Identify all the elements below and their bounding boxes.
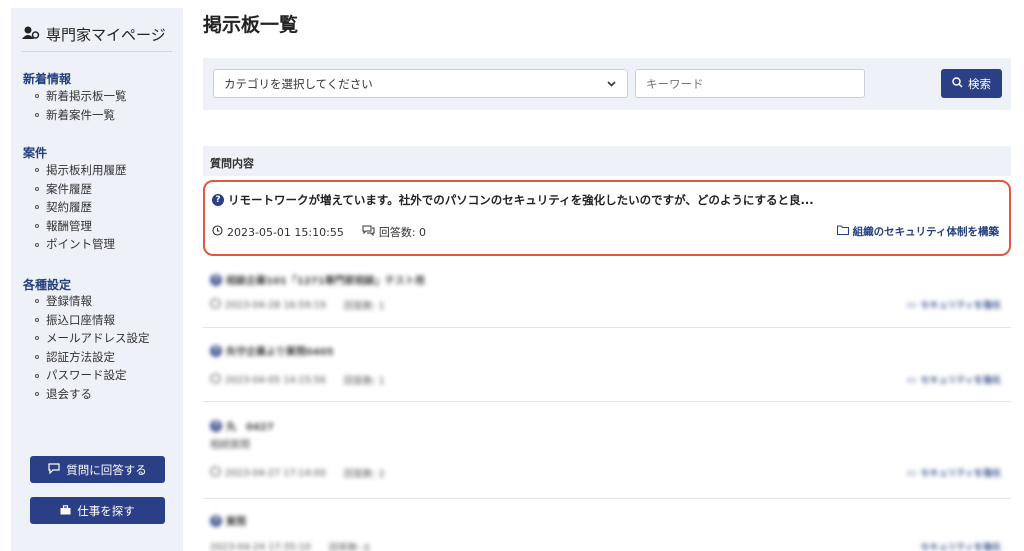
divider	[203, 401, 1011, 402]
sidebar-title: 専門家マイページ	[46, 26, 166, 44]
sidebar: 専門家マイページ 新着情報 新着掲示板一覧 新着案件一覧 案件 掲示板利用履歴 …	[11, 8, 183, 551]
question-icon: ?	[210, 344, 222, 357]
sidebar-section-settings: 各種設定	[23, 278, 72, 292]
question-title[interactable]: 質問	[226, 513, 246, 528]
sidebar-list-projects: 掲示板利用履歴 案件履歴 契約履歴 報酬管理 ポイント管理	[35, 161, 127, 254]
question-datetime: 2023-05-01 15:10:55	[227, 225, 344, 239]
sidebar-item-auth-settings[interactable]: 認証方法設定	[35, 348, 150, 367]
sidebar-item-contract-history[interactable]: 契約履歴	[35, 198, 127, 217]
search-icon	[952, 76, 963, 91]
question-title[interactable]: 丸 0427	[226, 418, 274, 433]
list-header: 質問内容	[203, 146, 1011, 176]
question-datetime: 2023-04-05 14:15:56	[225, 374, 326, 386]
sidebar-list-settings: 登録情報 振込口座情報 メールアドレス設定 認証方法設定 パスワード設定 退会す…	[35, 292, 150, 404]
question-icon: ?	[210, 419, 222, 432]
question-title[interactable]: リモートワークが増えています。社外でのパソコンのセキュリティを強化したいのですが…	[228, 192, 814, 208]
question-category-link[interactable]: 組織のセキュリティ体制を構築	[836, 224, 999, 239]
category-select[interactable]: カテゴリを選択してください	[213, 69, 628, 98]
answer-question-button[interactable]: 質問に回答する	[30, 456, 165, 483]
user-icon	[22, 25, 40, 44]
question-subtitle: 相続質問	[210, 440, 250, 451]
question-datetime: 2023-04-28 16:59:19	[225, 299, 326, 311]
chat-icon	[48, 462, 60, 477]
sidebar-item-reward-management[interactable]: 報酬管理	[35, 217, 127, 236]
sidebar-header: 専門家マイページ	[22, 22, 172, 52]
folder-icon: ▭	[906, 466, 917, 479]
question-answer-count: 回答数: 0	[378, 226, 427, 239]
folder-icon	[836, 225, 849, 238]
question-answer-count: 回答数: 1	[343, 301, 385, 312]
sidebar-list-news: 新着掲示板一覧 新着案件一覧	[35, 87, 127, 124]
sidebar-section-news: 新着情報	[23, 72, 72, 86]
question-item[interactable]: ? リモートワークが増えています。社外でのパソコンのセキュリティを強化したいのです…	[203, 180, 1011, 256]
question-category-link[interactable]: セキュリティを強化	[921, 540, 1001, 551]
divider	[203, 498, 1011, 499]
clock-icon	[212, 225, 223, 239]
question-answer-count: 回答数: 2	[343, 469, 385, 480]
question-category-link[interactable]: ▭ セキュリティを強化	[906, 298, 1001, 312]
sidebar-item-registration[interactable]: 登録情報	[35, 292, 150, 311]
question-item[interactable]: ? 質問 2023-04-24 17:35:10 回答数: 0 セキュリティを強化	[203, 503, 1011, 551]
sidebar-item-point-management[interactable]: ポイント管理	[35, 235, 127, 254]
search-button[interactable]: 検索	[941, 69, 1002, 98]
sidebar-item-new-boards[interactable]: 新着掲示板一覧	[35, 87, 127, 106]
sidebar-item-password-settings[interactable]: パスワード設定	[35, 366, 150, 385]
sidebar-item-withdraw[interactable]: 退会する	[35, 385, 150, 404]
question-title[interactable]: 失守企業より質問0405	[226, 343, 334, 358]
search-bar: カテゴリを選択してください 検索	[203, 58, 1011, 110]
clock-icon	[210, 466, 221, 480]
folder-icon: ▭	[906, 298, 917, 311]
divider	[203, 327, 1011, 328]
question-icon: ?	[212, 194, 224, 206]
question-icon: ?	[210, 514, 222, 527]
question-item[interactable]: ? 失守企業より質問0405 2023-04-05 14:15:56 回答数: 1…	[203, 333, 1011, 391]
folder-icon: ▭	[906, 373, 917, 386]
sidebar-item-bank-account[interactable]: 振込口座情報	[35, 311, 150, 330]
question-icon: ?	[210, 273, 222, 286]
question-answer-count: 回答数: 0	[328, 543, 370, 551]
sidebar-section-projects: 案件	[23, 146, 48, 160]
sidebar-item-board-history[interactable]: 掲示板利用履歴	[35, 161, 127, 180]
question-item[interactable]: ? 丸 0427 相続質問 2023-04-27 17:14:00 回答数: 2 …	[203, 408, 1011, 488]
briefcase-icon	[60, 504, 71, 518]
clock-icon	[210, 373, 221, 387]
keyword-input[interactable]	[635, 69, 865, 98]
page-title: 掲示板一覧	[203, 14, 299, 36]
sidebar-item-new-projects[interactable]: 新着案件一覧	[35, 106, 127, 125]
question-datetime: 2023-04-27 17:14:00	[225, 467, 326, 479]
question-datetime: 2023-04-24 17:35:10	[210, 541, 311, 551]
question-answer-count: 回答数: 1	[343, 376, 385, 387]
clock-icon	[210, 298, 221, 312]
comments-icon	[362, 225, 375, 239]
sidebar-item-email-settings[interactable]: メールアドレス設定	[35, 329, 150, 348]
question-category-link[interactable]: ▭ セキュリティを強化	[906, 466, 1001, 480]
find-job-button[interactable]: 仕事を探す	[30, 497, 165, 524]
sidebar-item-project-history[interactable]: 案件履歴	[35, 180, 127, 199]
chevron-down-icon	[606, 78, 617, 92]
question-title[interactable]: 相談企業101「1271専門家相談」テスト用	[226, 272, 425, 287]
question-category-link[interactable]: ▭ セキュリティを強化	[906, 373, 1001, 387]
question-item[interactable]: ? 相談企業101「1271専門家相談」テスト用 2023-04-28 16:59…	[203, 262, 1011, 320]
